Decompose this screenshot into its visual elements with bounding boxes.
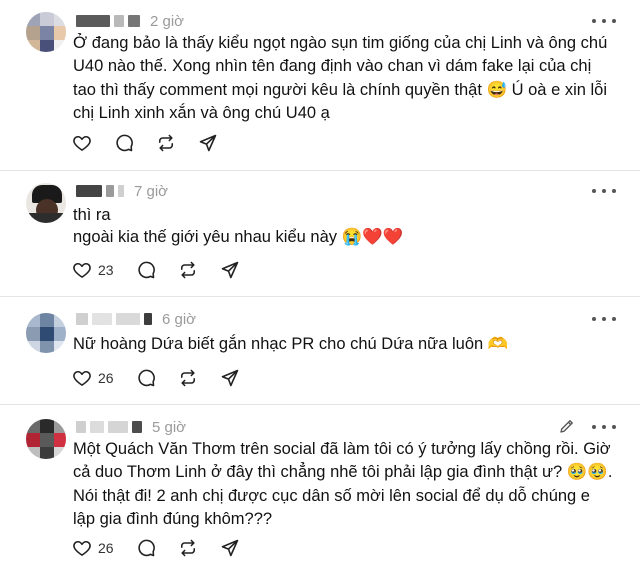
action-bar <box>72 131 240 155</box>
comment-text: Ở đang bảo là thấy kiểu ngọt ngào sụn ti… <box>73 34 608 123</box>
heart-icon <box>72 133 92 153</box>
share-button[interactable] <box>220 260 240 280</box>
more-options-icon[interactable] <box>592 419 616 435</box>
comment-header: 2 giờ <box>76 11 184 31</box>
avatar[interactable] <box>26 12 66 52</box>
repost-button[interactable] <box>178 538 198 558</box>
repost-button[interactable] <box>178 368 198 388</box>
share-icon <box>198 133 218 153</box>
comment-text: Nữ hoàng Dứa biết gắn nhạc PR cho chú Dứ… <box>73 335 509 353</box>
avatar[interactable] <box>26 419 66 459</box>
avatar[interactable] <box>26 183 66 223</box>
timestamp: 2 giờ <box>150 12 185 30</box>
share-icon <box>220 538 240 558</box>
share-button[interactable] <box>220 538 240 558</box>
more-options-icon[interactable] <box>592 311 616 327</box>
heart-icon <box>72 368 92 388</box>
timestamp: 7 giờ <box>134 182 169 200</box>
username-redacted[interactable] <box>76 185 102 197</box>
comment-icon <box>136 368 156 388</box>
comment-text-line: thì ra <box>73 206 111 224</box>
share-button[interactable] <box>198 133 218 153</box>
comment-header: 7 giờ <box>76 181 168 201</box>
username-redacted[interactable] <box>76 313 88 325</box>
share-icon <box>220 368 240 388</box>
comment-item: 5 giờ Một Quách Văn Thơm trên social đã … <box>0 405 640 574</box>
heart-icon <box>72 538 92 558</box>
share-button[interactable] <box>220 368 240 388</box>
more-options-icon[interactable] <box>592 13 616 29</box>
repost-button[interactable] <box>156 133 176 153</box>
repost-icon <box>178 260 198 280</box>
username-redacted[interactable] <box>76 421 86 433</box>
like-button[interactable] <box>72 133 92 153</box>
reply-button[interactable] <box>136 260 156 280</box>
repost-icon <box>156 133 176 153</box>
edit-icon[interactable] <box>558 417 576 435</box>
reply-button[interactable] <box>114 133 134 153</box>
repost-icon <box>178 538 198 558</box>
comment-icon <box>136 538 156 558</box>
like-count: 26 <box>98 370 114 386</box>
like-count: 26 <box>98 540 114 556</box>
action-bar: 26 <box>72 366 262 390</box>
repost-icon <box>178 368 198 388</box>
timestamp: 5 giờ <box>152 418 187 436</box>
action-bar: 26 <box>72 536 262 560</box>
like-button[interactable]: 26 <box>72 538 114 558</box>
timestamp: 6 giờ <box>162 310 197 328</box>
comment-item: 2 giờ Ở đang bảo là thấy kiểu ngọt ngào … <box>0 0 640 170</box>
avatar[interactable] <box>26 313 66 353</box>
like-button[interactable]: 26 <box>72 368 114 388</box>
comment-text: Một Quách Văn Thơm trên social đã làm tô… <box>73 440 613 529</box>
comment-icon <box>136 260 156 280</box>
more-options-icon[interactable] <box>592 183 616 199</box>
comment-header: 6 giờ <box>76 309 196 329</box>
repost-button[interactable] <box>178 260 198 280</box>
heart-icon <box>72 260 92 280</box>
comment-item: 7 giờ thì ra ngoài kia thế giới yêu nhau… <box>0 171 640 295</box>
action-bar: 23 <box>72 258 262 282</box>
like-button[interactable]: 23 <box>72 260 114 280</box>
username-redacted[interactable] <box>76 15 110 27</box>
reply-button[interactable] <box>136 368 156 388</box>
comment-text-line: ngoài kia thế giới yêu nhau kiểu này 😭❤️… <box>73 228 404 246</box>
comment-header: 5 giờ <box>76 417 186 437</box>
share-icon <box>220 260 240 280</box>
comment-icon <box>114 133 134 153</box>
like-count: 23 <box>98 262 114 278</box>
reply-button[interactable] <box>136 538 156 558</box>
comment-item: 6 giờ Nữ hoàng Dứa biết gắn nhạc PR cho … <box>0 297 640 405</box>
